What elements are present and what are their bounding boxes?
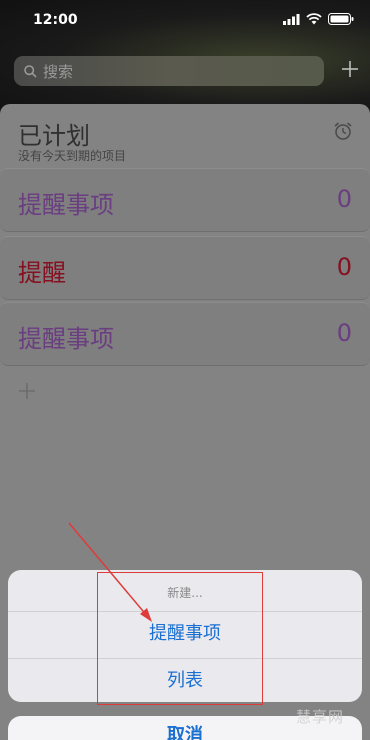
annotation-highlight-box <box>97 572 263 705</box>
status-icons <box>283 13 354 25</box>
list-count: 0 <box>336 185 352 213</box>
list-row-reminders-2[interactable]: 提醒事项 0 <box>0 302 370 366</box>
status-time: 12:00 <box>33 12 78 28</box>
scheduled-subtitle: 没有今天到期的项目 <box>18 149 127 163</box>
list-label: 提醒事项 <box>18 191 114 219</box>
list-label: 提醒事项 <box>18 325 114 353</box>
list-row-reminders-1[interactable]: 提醒事项 0 <box>0 168 370 232</box>
plus-icon <box>342 61 358 77</box>
list-row-reminder[interactable]: 提醒 0 <box>0 236 370 300</box>
plus-icon <box>19 383 35 399</box>
scheduled-title: 已计划 <box>18 122 90 150</box>
list-label: 提醒 <box>18 259 66 287</box>
wifi-icon <box>306 13 322 25</box>
search-icon <box>24 64 37 78</box>
search-placeholder: 搜索 <box>43 62 74 81</box>
watermark: 慧享网 <box>296 708 345 726</box>
battery-icon <box>328 13 354 25</box>
add-list-button[interactable] <box>17 378 37 408</box>
search-input[interactable]: 搜索 <box>14 56 324 86</box>
status-bar: 12:00 <box>0 0 370 40</box>
list-count: 0 <box>336 253 352 281</box>
alarm-clock-icon[interactable] <box>333 121 353 145</box>
add-button[interactable] <box>338 58 362 82</box>
cellular-signal-icon <box>283 13 300 25</box>
list-count: 0 <box>336 319 352 347</box>
